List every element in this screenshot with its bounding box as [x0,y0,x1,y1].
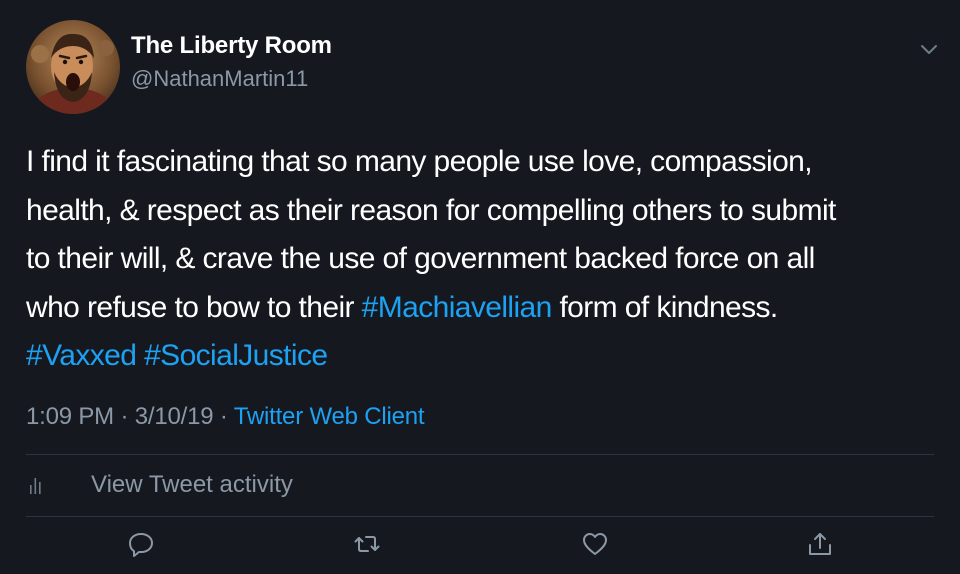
hashtag-link[interactable]: #SocialJustice [144,339,328,372]
reply-icon[interactable] [127,530,155,558]
tweet-source-link[interactable]: Twitter Web Client [234,403,425,430]
tweet-date[interactable]: 3/10/19 [135,403,214,430]
tweet-text-line: I find it fascinating that so many peopl… [26,138,941,187]
bar-chart-icon [29,476,43,494]
meta-separator: · [219,403,228,430]
tweet-text-segment: I find it fascinating that so many peopl… [26,145,813,178]
tweet-text-line: #Vaxxed #SocialJustice [26,332,941,381]
tweet-text-segment [136,339,144,372]
view-tweet-activity-label: View Tweet activity [91,471,293,498]
tweet-text-segment: form of kindness. [551,290,778,324]
chevron-down-icon[interactable] [918,40,940,58]
share-icon[interactable] [806,530,834,558]
tweet-text-line: who refuse to bow to their #Machiavellia… [26,284,941,333]
tweet-text: I find it fascinating that so many peopl… [26,138,941,381]
user-handle[interactable]: @NathanMartin11 [131,66,308,92]
tweet-meta: 1:09 PM · 3/10/19 · Twitter Web Client [26,403,425,431]
view-tweet-activity-button[interactable]: View Tweet activity [26,468,426,504]
divider [26,516,934,517]
meta-separator: · [120,403,129,430]
tweet-text-segment: health, & respect as their reason for co… [26,193,836,227]
tweet-text-segment: to their will, & crave the use of govern… [26,242,815,275]
hashtag-link[interactable]: #Vaxxed [26,339,137,372]
heart-icon[interactable] [581,530,609,558]
display-name[interactable]: The Liberty Room [131,32,332,60]
tweet-text-line: health, & respect as their reason for co… [26,187,941,236]
retweet-icon[interactable] [353,530,381,558]
hashtag-link[interactable]: #Machiavellian [362,291,553,324]
tweet-text-line: to their will, & crave the use of govern… [26,235,941,284]
tweet-text-segment: who refuse to bow to their [26,290,362,324]
profile-avatar[interactable] [26,20,120,114]
tweet-time[interactable]: 1:09 PM [26,403,114,430]
divider [26,454,934,455]
